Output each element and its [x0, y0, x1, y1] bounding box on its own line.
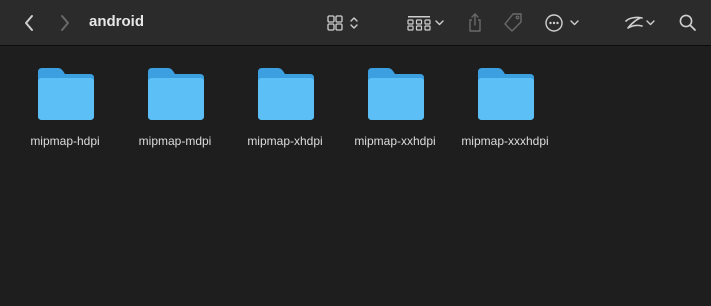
finder-window: android mipmap-hdpi mipmap-mdpi mipmap-x…	[0, 0, 711, 306]
folder-item[interactable]: mipmap-mdpi	[125, 66, 225, 156]
folder-item[interactable]: mipmap-hdpi	[15, 66, 115, 156]
folder-icon	[478, 68, 534, 120]
view-mode-button[interactable]	[324, 0, 364, 45]
tag-icon	[504, 12, 522, 32]
folder-name: mipmap-mdpi	[138, 134, 212, 148]
share-icon	[469, 12, 481, 32]
group-by-button[interactable]	[404, 0, 448, 45]
file-browser-content: mipmap-hdpi mipmap-mdpi mipmap-xhdpi mip…	[0, 46, 711, 306]
more-actions-button[interactable]	[542, 0, 584, 45]
share-button[interactable]	[463, 0, 487, 45]
folder-name: mipmap-xhdpi	[247, 134, 323, 148]
extensions-button[interactable]	[622, 0, 662, 45]
folder-item[interactable]: mipmap-xhdpi	[235, 66, 335, 156]
folder-name: mipmap-xxxhdpi	[461, 134, 549, 148]
folder-item[interactable]: mipmap-xxhdpi	[345, 66, 445, 156]
folder-name: mipmap-xxhdpi	[354, 134, 436, 148]
group-by-icon	[407, 15, 444, 31]
chevron-left-icon	[25, 14, 33, 31]
extension-icon	[625, 16, 655, 29]
grid-view-icon	[327, 14, 358, 31]
tags-button[interactable]	[500, 0, 526, 45]
window-title: android	[89, 13, 144, 30]
folder-icon	[148, 68, 204, 120]
back-button[interactable]	[18, 0, 40, 45]
folder-item[interactable]: mipmap-xxxhdpi	[455, 66, 555, 156]
forward-button[interactable]	[54, 0, 76, 45]
folder-name: mipmap-hdpi	[30, 134, 100, 148]
toolbar: android	[0, 0, 711, 46]
ellipsis-circle-icon	[545, 13, 579, 32]
folder-icon	[258, 68, 314, 120]
search-button[interactable]	[676, 0, 700, 45]
chevron-right-icon	[61, 14, 69, 31]
folder-icon	[38, 68, 94, 120]
search-icon	[679, 14, 696, 31]
folder-icon	[368, 68, 424, 120]
